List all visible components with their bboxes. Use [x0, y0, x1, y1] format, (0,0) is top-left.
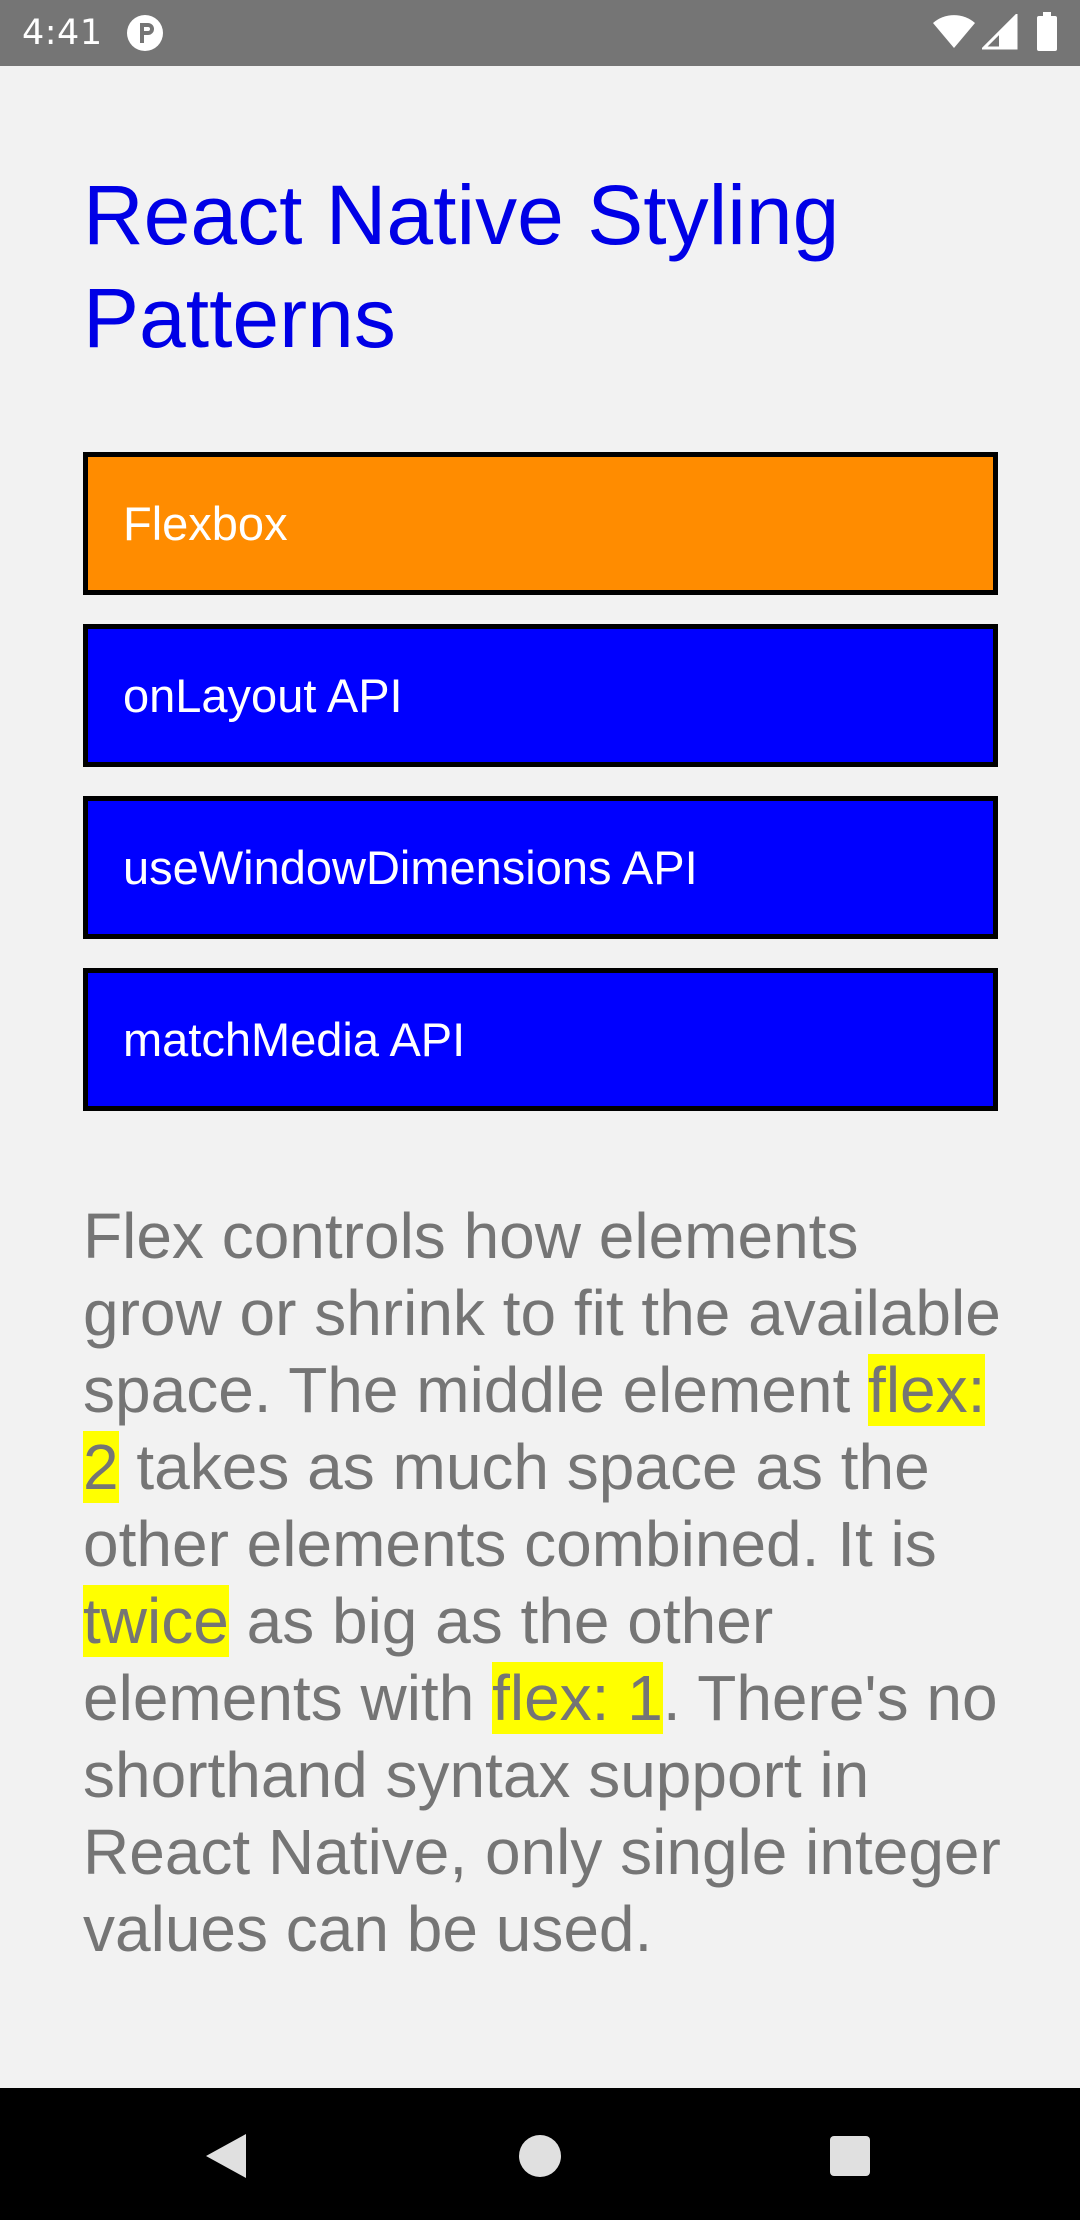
- highlight-flex-1: flex: 1: [492, 1662, 663, 1734]
- signal-icon: [982, 14, 1018, 50]
- status-bar: 4:41: [0, 0, 1080, 66]
- flexbox-button[interactable]: Flexbox: [83, 452, 998, 595]
- highlight-twice: twice: [83, 1585, 229, 1657]
- back-icon[interactable]: [204, 2132, 248, 2180]
- page-title: React Native Styling Patterns: [83, 168, 840, 365]
- onlayout-api-button[interactable]: onLayout API: [83, 624, 998, 767]
- home-icon[interactable]: [518, 2134, 562, 2178]
- description-text: takes as much space as the other element…: [83, 1431, 937, 1580]
- description-text: Flex controls how elements grow or shrin…: [83, 1200, 1001, 1426]
- wifi-icon: [933, 15, 975, 48]
- recents-icon[interactable]: [829, 2135, 871, 2177]
- status-time: 4:41: [22, 13, 103, 53]
- app-notification-icon: [127, 15, 163, 51]
- pattern-menu: Flexbox onLayout API useWindowDimensions…: [83, 452, 998, 1140]
- use-window-dimensions-api-button[interactable]: useWindowDimensions API: [83, 796, 998, 939]
- flexbox-description: Flex controls how elements grow or shrin…: [83, 1198, 1008, 1968]
- navigation-bar: [0, 2088, 1080, 2220]
- match-media-api-button[interactable]: matchMedia API: [83, 968, 998, 1111]
- battery-icon: [1037, 12, 1057, 51]
